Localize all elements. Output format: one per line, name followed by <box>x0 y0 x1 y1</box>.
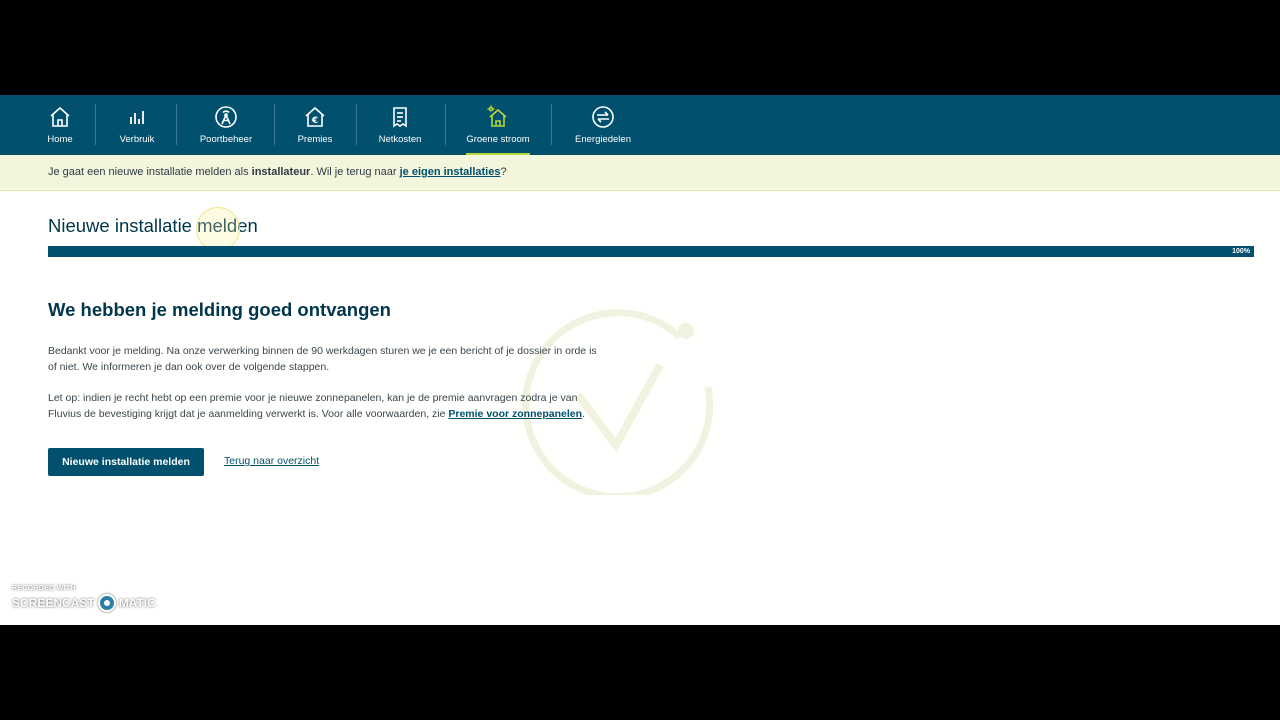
nav-label: Groene stroom <box>466 134 530 145</box>
svg-text:€: € <box>311 116 318 126</box>
nav-label: Premies <box>297 134 333 145</box>
nav-divider <box>551 104 552 145</box>
confirmation-title: We hebben je melding goed ontvangen <box>48 299 391 320</box>
premium-link[interactable]: Premie voor zonnepanelen <box>448 408 582 420</box>
nav-item-verbruik[interactable]: Verbruik <box>116 95 158 155</box>
top-navigation: Home Verbruik Poortbeheer € Premies Netk… <box>0 95 1280 156</box>
progress-bar: 100% <box>48 246 1254 257</box>
recorder-logo: SCREENCAST MATIC <box>12 594 156 612</box>
mouse-cursor-highlight <box>196 207 240 251</box>
progress-label: 100% <box>1232 248 1250 255</box>
nav-label: Poortbeheer <box>199 134 253 145</box>
banner-text-middle: . Wil je terug naar <box>310 166 400 178</box>
browser-viewport: Home Verbruik Poortbeheer € Premies Netk… <box>0 95 1280 625</box>
nav-item-groene-stroom[interactable]: Groene stroom <box>466 95 530 156</box>
own-installations-link[interactable]: je eigen installaties <box>400 166 501 178</box>
nav-label: Verbruik <box>119 134 155 145</box>
nav-label: Netkosten <box>378 134 422 145</box>
home-icon <box>47 104 73 130</box>
nav-item-energiedelen[interactable]: Energiedelen <box>574 95 632 155</box>
banner-text-prefix: Je gaat een nieuwe installatie melden al… <box>48 166 252 178</box>
screencast-o-matic-watermark: RECORDED WITH SCREENCAST MATIC <box>12 585 156 612</box>
nav-item-home[interactable]: Home <box>44 95 76 155</box>
banner-message: Je gaat een nieuwe installatie melden al… <box>48 166 507 178</box>
nav-divider <box>356 104 357 145</box>
premium-notice: Let op: indien je recht hebt op een prem… <box>48 390 600 422</box>
invoice-icon <box>387 104 413 130</box>
recorder-right-text: MATIC <box>118 596 156 610</box>
nav-item-netkosten[interactable]: Netkosten <box>376 95 424 155</box>
bar-chart-icon <box>124 104 150 130</box>
banner-text-suffix: ? <box>500 166 507 178</box>
nav-divider <box>274 104 275 145</box>
nav-item-premies[interactable]: € Premies <box>296 95 334 155</box>
antenna-icon <box>213 104 239 130</box>
nav-label: Home <box>47 134 73 145</box>
confirmation-text: Bedankt voor je melding. Na onze verwerk… <box>48 345 597 373</box>
recorder-left-text: SCREENCAST <box>12 596 95 610</box>
exchange-icon <box>590 104 616 130</box>
nav-divider <box>445 104 446 145</box>
solar-house-icon <box>485 104 511 130</box>
premium-notice-end: . <box>582 408 585 420</box>
nav-label: Energiedelen <box>575 134 631 145</box>
nav-divider <box>176 104 177 145</box>
euro-house-icon: € <box>302 104 328 130</box>
new-installation-button[interactable]: Nieuwe installatie melden <box>48 448 204 476</box>
nav-item-poortbeheer[interactable]: Poortbeheer <box>198 95 254 155</box>
recorder-top-text: RECORDED WITH <box>12 585 76 592</box>
back-to-overview-link[interactable]: Terug naar overzicht <box>224 455 319 467</box>
nav-divider <box>95 104 96 145</box>
installer-info-banner: Je gaat een nieuwe installatie melden al… <box>0 155 1280 191</box>
recorder-lens-icon <box>97 594 116 612</box>
banner-role: installateur <box>251 166 311 178</box>
